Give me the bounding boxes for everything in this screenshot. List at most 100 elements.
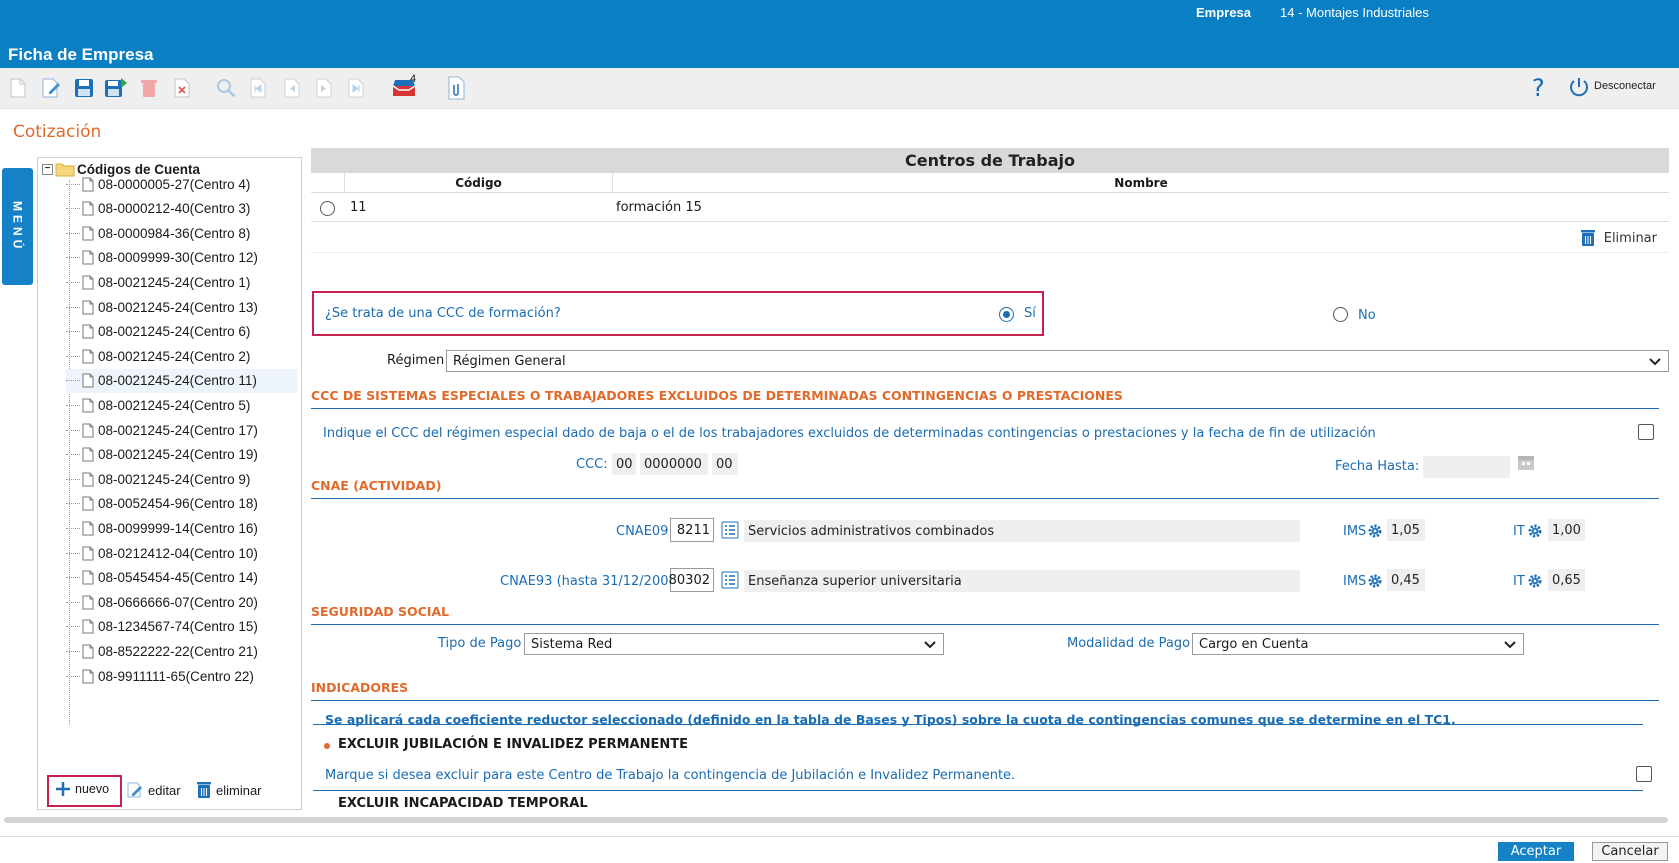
document-icon: [82, 570, 94, 585]
new-document-icon[interactable]: [6, 76, 30, 100]
tree-item[interactable]: 08-0021245-24(Centro 19): [66, 443, 298, 467]
tree-item-label: 08-0000005-27(Centro 4): [98, 176, 251, 192]
tree-connector: [66, 626, 80, 628]
tree-item[interactable]: 08-0052454-96(Centro 18): [66, 492, 298, 516]
accept-button[interactable]: Aceptar: [1498, 842, 1574, 861]
modalidad-select[interactable]: Cargo en Cuenta: [1192, 633, 1524, 655]
chevron-down-icon: [924, 641, 936, 649]
first-record-icon[interactable]: [246, 76, 270, 100]
tree-item-label: 08-0052454-96(Centro 18): [98, 496, 258, 512]
tree-item[interactable]: 08-0021245-24(Centro 1): [66, 270, 298, 294]
gear-icon[interactable]: [1367, 573, 1383, 592]
tree-item[interactable]: 08-0099999-14(Centro 16): [66, 516, 298, 540]
collapse-icon[interactable]: −: [42, 163, 53, 175]
tree-item[interactable]: 08-9911111-65(Centro 22): [66, 664, 298, 688]
document-icon: [82, 644, 94, 659]
tree-item[interactable]: 08-0021245-24(Centro 6): [66, 320, 298, 344]
tree-item-label: 08-9911111-65(Centro 22): [98, 668, 254, 684]
previous-record-icon[interactable]: [280, 76, 304, 100]
ccc-part-3[interactable]: 00: [712, 453, 738, 475]
tree-item[interactable]: 08-0009999-30(Centro 12): [66, 246, 298, 270]
tree-item[interactable]: 08-0021245-24(Centro 9): [66, 467, 298, 491]
list-icon[interactable]: [721, 521, 739, 542]
tipo-pago-select[interactable]: Sistema Red: [524, 633, 944, 655]
delete-icon[interactable]: [137, 76, 161, 100]
tree-item[interactable]: 08-0000005-27(Centro 4): [66, 172, 298, 196]
tree-item[interactable]: 08-0021245-24(Centro 2): [66, 344, 298, 368]
calendar-icon[interactable]: [1516, 452, 1536, 475]
delete-node-label: eliminar: [216, 782, 262, 798]
formacion-no-radio[interactable]: [1333, 307, 1348, 322]
tree-connector: [66, 577, 80, 579]
document-icon: [82, 423, 94, 437]
divider: [311, 498, 1659, 499]
power-icon[interactable]: [1568, 76, 1590, 101]
attachment-icon[interactable]: [444, 76, 468, 100]
eliminar-button[interactable]: Eliminar: [1580, 229, 1657, 247]
menu-tab[interactable]: MENÚ: [2, 168, 33, 285]
ccc-part-2[interactable]: 0000000: [640, 453, 708, 475]
edit-button[interactable]: editar: [126, 781, 181, 799]
cnae09-code-input[interactable]: 8211: [670, 518, 714, 542]
excluir-jubilacion-desc: Marque si desea excluir para este Centro…: [325, 768, 1016, 783]
help-icon[interactable]: ?: [1532, 74, 1545, 102]
fecha-hasta-label: Fecha Hasta:: [1335, 459, 1420, 474]
excluir-jubilacion-checkbox[interactable]: [1636, 766, 1652, 782]
tree-item-label: 08-0021245-24(Centro 2): [98, 348, 251, 364]
tree-item[interactable]: 08-0000212-40(Centro 3): [66, 197, 298, 221]
document-icon: [82, 595, 94, 610]
gear-icon[interactable]: [1527, 573, 1543, 592]
disconnect-link[interactable]: Desconectar: [1594, 80, 1656, 92]
tree-item-label: 08-0021245-24(Centro 9): [98, 471, 251, 487]
search-icon[interactable]: [214, 76, 238, 100]
document-icon: [82, 300, 94, 314]
horizontal-scrollbar[interactable]: [4, 817, 1668, 823]
tree-connector: [66, 183, 80, 185]
delete-node-button[interactable]: eliminar: [196, 781, 262, 799]
footer-divider: [0, 836, 1679, 837]
cnae93-code-input[interactable]: 80302: [669, 568, 714, 592]
document-icon: [82, 496, 94, 511]
tree-item[interactable]: 08-0000984-36(Centro 8): [66, 221, 298, 245]
save-as-icon[interactable]: [104, 76, 128, 100]
next-record-icon[interactable]: [312, 76, 336, 100]
tree-item[interactable]: 08-0666666-07(Centro 20): [66, 590, 298, 614]
tree-item[interactable]: 08-1234567-74(Centro 15): [66, 615, 298, 639]
formacion-yes-radio[interactable]: [999, 307, 1014, 322]
cancel-button[interactable]: Cancelar: [1592, 842, 1668, 861]
save-icon[interactable]: [72, 76, 96, 100]
new-button[interactable]: nuevo: [55, 781, 109, 797]
last-record-icon[interactable]: [344, 76, 368, 100]
document-icon: [82, 250, 94, 265]
gear-icon[interactable]: [1527, 523, 1543, 542]
ccc-part-1[interactable]: 00: [612, 453, 636, 475]
tree-item[interactable]: 08-0021245-24(Centro 17): [66, 418, 298, 442]
row-select-radio[interactable]: [320, 201, 335, 216]
tree-item[interactable]: 08-0021245-24(Centro 5): [66, 393, 298, 417]
tree-item-label: 08-0021245-24(Centro 5): [98, 397, 251, 413]
list-icon[interactable]: [721, 571, 739, 592]
tree-item[interactable]: 08-0021245-24(Centro 13): [66, 295, 298, 319]
tree-item[interactable]: 08-8522222-22(Centro 21): [66, 639, 298, 663]
document-icon: [82, 619, 94, 634]
fecha-hasta-input[interactable]: [1423, 456, 1510, 478]
regimen-select[interactable]: Régimen General: [446, 350, 1669, 372]
cancel-document-icon[interactable]: [170, 76, 194, 100]
document-icon: [82, 226, 94, 241]
document-icon: [82, 546, 94, 560]
edit-document-icon[interactable]: [40, 76, 64, 100]
tree-connector: [66, 675, 80, 677]
tree-item[interactable]: 08-0545454-45(Centro 14): [66, 566, 298, 590]
grid-footer: Eliminar: [311, 223, 1669, 253]
tree-item[interactable]: 08-0212412-04(Centro 10): [66, 541, 298, 565]
table-row[interactable]: 11 formación 15: [311, 194, 1669, 222]
tree-item[interactable]: 08-0021245-24(Centro 11): [66, 368, 298, 393]
tree-item-label: 08-0021245-24(Centro 13): [98, 299, 258, 315]
new-button-label: nuevo: [75, 782, 110, 796]
inbox-icon[interactable]: 4: [388, 73, 422, 100]
cnae09-ims-label: IMS: [1343, 524, 1367, 539]
divider: [313, 790, 1643, 791]
ccc-especiales-checkbox[interactable]: [1638, 424, 1654, 440]
gear-icon[interactable]: [1367, 523, 1383, 542]
cnae93-label: CNAE93 (hasta 31/12/2008): [500, 574, 682, 589]
